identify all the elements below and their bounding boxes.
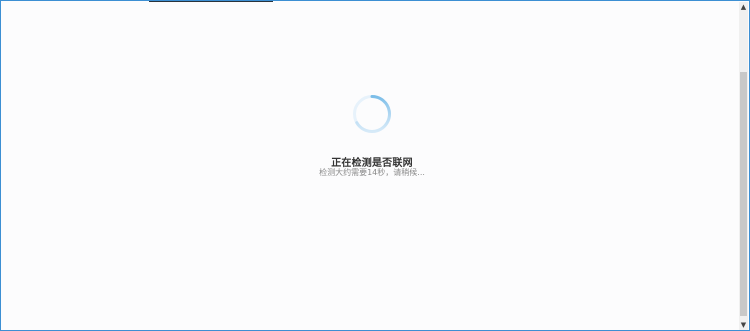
- loading-spinner-icon: [352, 94, 392, 134]
- page-content: 正在检测是否联网 检测大约需要14秒，请稍候...: [2, 2, 742, 330]
- browser-window: 正在检测是否联网 检测大约需要14秒，请稍候... ▲ ▼: [0, 0, 750, 331]
- scrollbar-thumb[interactable]: [740, 72, 747, 316]
- loading-subtitle: 检测大约需要14秒，请稍候...: [319, 168, 425, 177]
- chevron-up-icon[interactable]: ▲: [739, 2, 748, 12]
- chevron-down-icon[interactable]: ▼: [739, 320, 748, 330]
- vertical-scrollbar[interactable]: ▲ ▼: [739, 2, 748, 330]
